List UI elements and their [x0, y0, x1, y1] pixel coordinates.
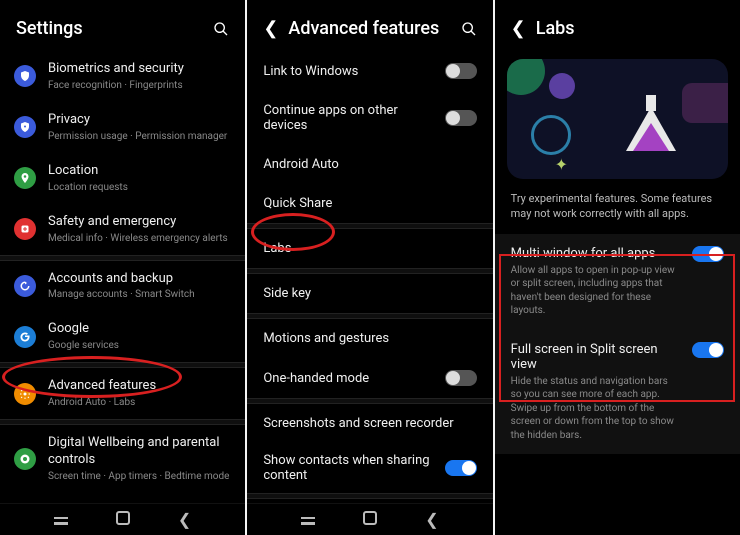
settings-header: Settings: [0, 0, 245, 51]
location-icon: [14, 167, 36, 189]
item-sub: Face recognition · Fingerprints: [48, 79, 231, 92]
item-sub: Permission usage · Permission manager: [48, 130, 231, 143]
item-desc: Hide the status and navigation bars so y…: [511, 375, 680, 443]
toggle-switch[interactable]: [445, 63, 477, 79]
toggle-switch[interactable]: [445, 370, 477, 386]
item-sub: Medical info · Wireless emergency alerts: [48, 232, 231, 245]
item-label: Google: [48, 321, 231, 338]
settings-item-google[interactable]: GoogleGoogle services: [0, 311, 245, 362]
item-label: Continue apps on other devices: [263, 103, 444, 133]
shield-icon: [14, 65, 36, 87]
item-label: One-handed mode: [263, 371, 444, 386]
labs-toggle-list: Multi window for all apps Allow all apps…: [495, 234, 740, 455]
toggle-switch[interactable]: [445, 110, 477, 126]
item-title: Multi window for all apps: [511, 246, 680, 261]
item-label: Safety and emergency: [48, 214, 231, 231]
adv-item-motions-and-gestures[interactable]: Motions and gestures: [247, 319, 492, 358]
nav-recents-icon[interactable]: [301, 510, 315, 529]
adv-item-one-handed-mode[interactable]: One-handed mode: [247, 358, 492, 398]
search-icon[interactable]: [213, 21, 229, 37]
item-label: Quick Share: [263, 196, 476, 211]
navigation-bar: ❮: [0, 503, 245, 535]
nav-home-icon[interactable]: [363, 510, 377, 529]
advanced-icon: [14, 383, 36, 405]
labs-header: ❮ Labs: [495, 0, 740, 51]
navigation-bar: ❮: [247, 503, 492, 535]
page-title: Labs: [536, 18, 724, 39]
nav-back-icon[interactable]: ❮: [425, 510, 438, 529]
labs-content: ✦ Try experimental features. Some featur…: [495, 51, 740, 535]
adv-item-android-auto[interactable]: Android Auto: [247, 145, 492, 184]
item-sub: Location requests: [48, 181, 231, 194]
item-label: Accounts and backup: [48, 271, 231, 288]
item-label: Side key: [263, 286, 476, 301]
adv-item-quick-share[interactable]: Quick Share: [247, 184, 492, 223]
nav-home-icon[interactable]: [116, 510, 130, 529]
adv-item-labs[interactable]: Labs: [247, 229, 492, 268]
item-label: Biometrics and security: [48, 61, 231, 78]
settings-item-privacy[interactable]: PrivacyPermission usage · Permission man…: [0, 102, 245, 153]
adv-item-side-key[interactable]: Side key: [247, 274, 492, 313]
labs-illustration: ✦: [507, 59, 728, 179]
back-icon[interactable]: ❮: [263, 18, 278, 39]
labs-item-full-screen-split[interactable]: Full screen in Split screen view Hide th…: [495, 330, 740, 455]
item-label: Advanced features: [48, 378, 231, 395]
settings-screen: Settings Biometrics and securityFace rec…: [0, 0, 245, 535]
item-label: Link to Windows: [263, 64, 444, 79]
labs-description: Try experimental features. Some features…: [495, 187, 740, 234]
item-label: Location: [48, 163, 231, 180]
adv-item-screenshots-and-screen-recorder[interactable]: Screenshots and screen recorder: [247, 404, 492, 443]
item-sub: Google services: [48, 339, 231, 352]
item-label: Motions and gestures: [263, 331, 476, 346]
search-icon[interactable]: [461, 21, 477, 37]
item-label: Screenshots and screen recorder: [263, 416, 476, 431]
settings-item-accounts[interactable]: Accounts and backupManage accounts · Sma…: [0, 261, 245, 312]
nav-recents-icon[interactable]: [54, 510, 68, 529]
settings-item-advanced-features[interactable]: Advanced featuresAndroid Auto · Labs: [0, 368, 245, 419]
privacy-icon: [14, 116, 36, 138]
adv-item-show-contacts-when-sharing-content[interactable]: Show contacts when sharing content: [247, 443, 492, 493]
adv-item-continue-apps-on-other-devices[interactable]: Continue apps on other devices: [247, 91, 492, 145]
settings-item-battery[interactable]: Battery and device careStorage · Memory …: [0, 493, 245, 503]
accounts-icon: [14, 275, 36, 297]
toggle-switch[interactable]: [692, 342, 724, 358]
safety-icon: [14, 218, 36, 240]
item-sub: Screen time · App timers · Bedtime mode: [48, 470, 231, 483]
item-label: Digital Wellbeing and parental controls: [48, 435, 231, 469]
back-icon[interactable]: ❮: [511, 18, 526, 39]
wellbeing-icon: [14, 448, 36, 470]
advanced-header: ❮ Advanced features: [247, 0, 492, 51]
labs-item-multi-window[interactable]: Multi window for all apps Allow all apps…: [495, 234, 740, 330]
google-icon: [14, 326, 36, 348]
settings-item-location[interactable]: LocationLocation requests: [0, 153, 245, 204]
item-label: Show contacts when sharing content: [263, 453, 444, 483]
settings-list: Biometrics and securityFace recognition …: [0, 51, 245, 503]
item-label: Privacy: [48, 112, 231, 129]
page-title: Advanced features: [288, 18, 450, 39]
settings-item-biometrics[interactable]: Biometrics and securityFace recognition …: [0, 51, 245, 102]
page-title: Settings: [16, 18, 203, 39]
item-sub: Android Auto · Labs: [48, 396, 231, 409]
item-label: Labs: [263, 241, 476, 256]
settings-item-safety[interactable]: Safety and emergencyMedical info · Wirel…: [0, 204, 245, 255]
settings-item-wellbeing[interactable]: Digital Wellbeing and parental controlsS…: [0, 425, 245, 493]
labs-screen: ❮ Labs ✦ Try experimental features. Some…: [495, 0, 740, 535]
nav-back-icon[interactable]: ❮: [178, 510, 191, 529]
advanced-list: Link to Windows Continue apps on other de…: [247, 51, 492, 503]
adv-item-link-to-windows[interactable]: Link to Windows: [247, 51, 492, 91]
item-desc: Allow all apps to open in pop-up view or…: [511, 264, 680, 318]
item-sub: Manage accounts · Smart Switch: [48, 288, 231, 301]
toggle-switch[interactable]: [445, 460, 477, 476]
item-label: Android Auto: [263, 157, 476, 172]
item-title: Full screen in Split screen view: [511, 342, 680, 372]
advanced-features-screen: ❮ Advanced features Link to Windows Conti…: [247, 0, 492, 535]
toggle-switch[interactable]: [692, 246, 724, 262]
